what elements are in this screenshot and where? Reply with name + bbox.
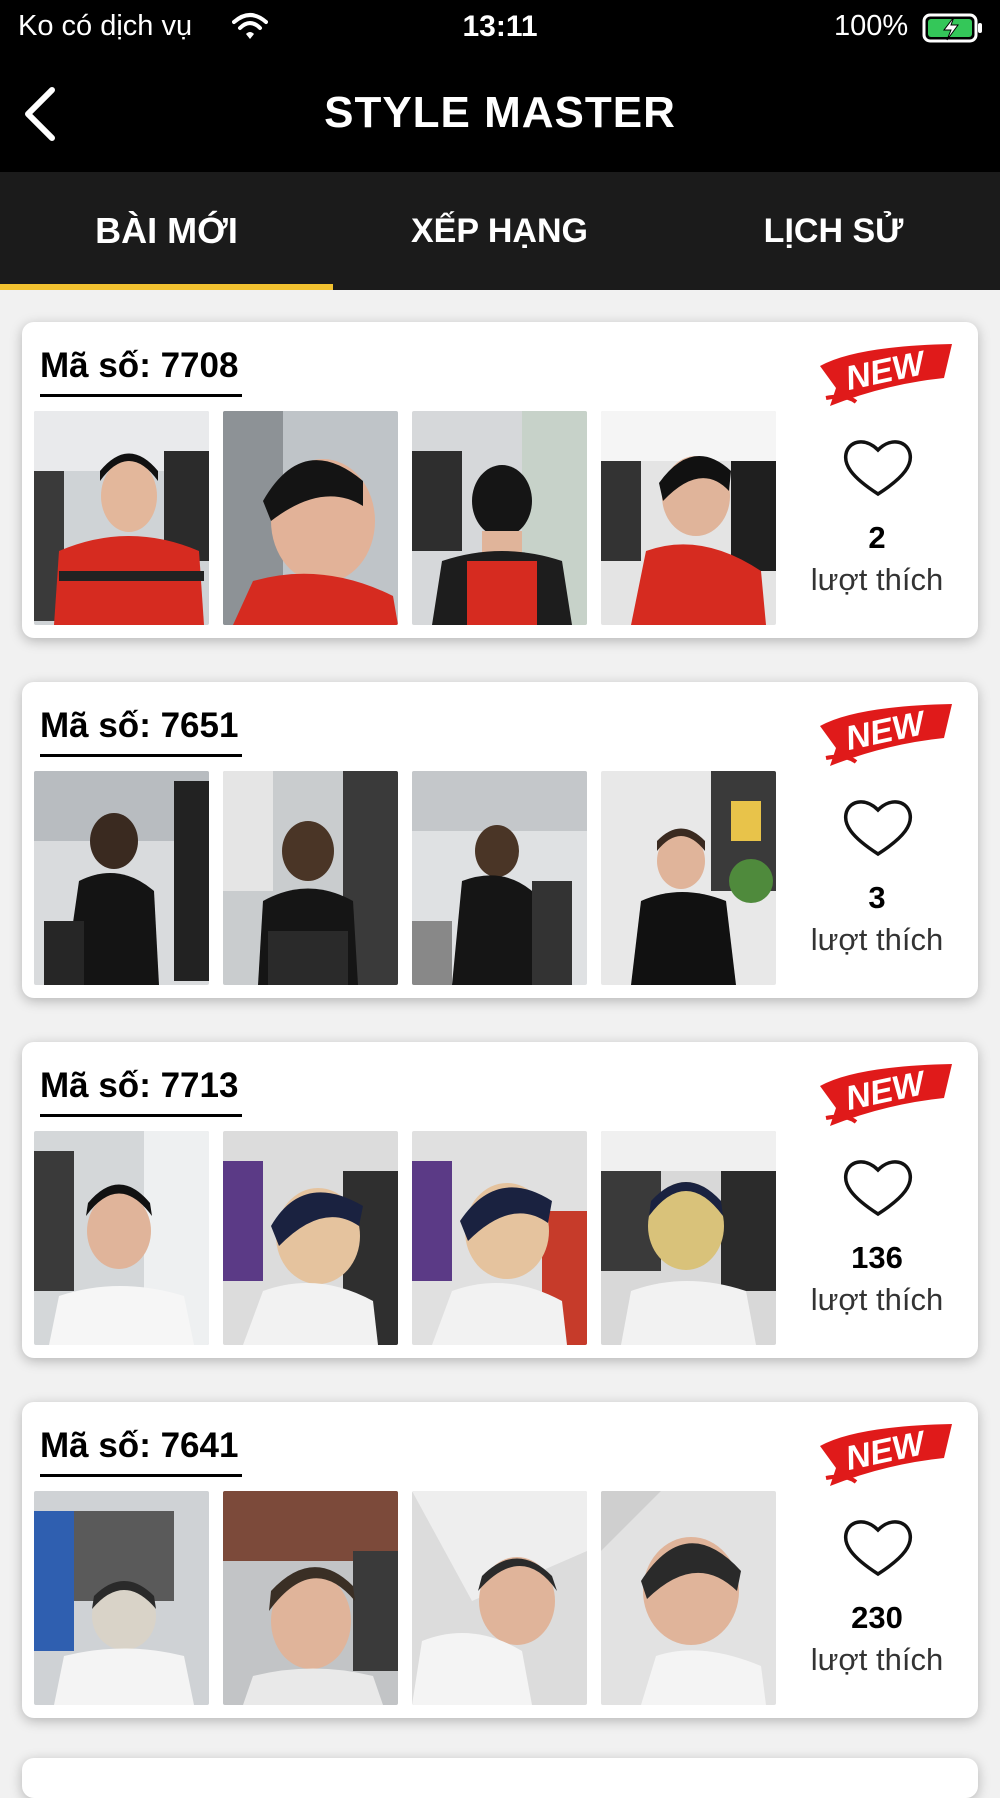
new-badge: NEW (820, 704, 952, 766)
like-count: 3 (868, 880, 886, 915)
post-photo[interactable] (223, 1131, 398, 1345)
svg-text:NEW: NEW (842, 1424, 930, 1478)
heart-icon[interactable] (842, 1156, 914, 1220)
new-badge: NEW (820, 344, 952, 406)
svg-text:NEW: NEW (842, 704, 930, 758)
post-code: Mã số: 7713 (40, 1066, 243, 1117)
post-code: Mã số: 7708 (40, 346, 243, 397)
post-photo[interactable] (34, 1131, 209, 1345)
tab-history[interactable]: LỊCH SỬ (667, 172, 1000, 290)
post-photo[interactable] (412, 411, 587, 625)
heart-icon[interactable] (842, 436, 914, 500)
like-label: lượt thích (810, 562, 944, 597)
post-photo[interactable] (412, 1131, 587, 1345)
heart-icon[interactable] (842, 1516, 914, 1580)
post-photo[interactable] (601, 771, 776, 985)
svg-text:NEW: NEW (842, 1064, 930, 1118)
tab-ranking[interactable]: XẾP HẠNG (333, 172, 666, 290)
post-card[interactable]: Mã số: 7713 NEW 136 lượt thích (22, 1042, 978, 1358)
post-photo[interactable] (223, 1491, 398, 1705)
new-badge: NEW (820, 1424, 952, 1486)
post-card[interactable]: Mã số: 7708 NEW 2 lượt thích (22, 322, 978, 638)
post-photo[interactable] (412, 1491, 587, 1705)
new-badge: NEW (820, 1064, 952, 1126)
battery-charging-icon (922, 13, 982, 43)
like-label: lượt thích (810, 1282, 944, 1317)
heart-icon[interactable] (842, 796, 914, 860)
svg-text:NEW: NEW (842, 344, 930, 398)
like-label: lượt thích (810, 922, 944, 957)
like-label: lượt thích (810, 1642, 944, 1677)
like-count: 2 (868, 520, 886, 555)
post-photo[interactable] (34, 411, 209, 625)
like-count: 230 (851, 1600, 903, 1635)
post-card[interactable]: Mã số: 7651 NEW 3 lượt thích (22, 682, 978, 998)
post-photo[interactable] (223, 411, 398, 625)
navigation-bar: STYLE MASTER (0, 56, 1000, 172)
page-title: STYLE MASTER (324, 88, 676, 137)
post-photo[interactable] (601, 411, 776, 625)
post-card[interactable]: Mã số: 7641 NEW 230 lượt thích (22, 1402, 978, 1718)
post-photo[interactable] (601, 1491, 776, 1705)
post-photo[interactable] (223, 771, 398, 985)
post-photo[interactable] (601, 1131, 776, 1345)
post-card-partial[interactable] (22, 1758, 978, 1798)
status-bar: Ko có dịch vụ 13:11 100% (0, 0, 1000, 56)
post-code: Mã số: 7651 (40, 706, 243, 757)
post-code: Mã số: 7641 (40, 1426, 243, 1477)
tab-new-posts[interactable]: BÀI MỚI (0, 172, 333, 290)
battery-percent: 100% (834, 10, 909, 42)
post-photo[interactable] (34, 1491, 209, 1705)
tab-bar: BÀI MỚI XẾP HẠNG LỊCH SỬ (0, 172, 1000, 290)
post-photo[interactable] (34, 771, 209, 985)
like-count: 136 (851, 1240, 903, 1275)
post-photo[interactable] (412, 771, 587, 985)
active-tab-indicator (0, 284, 333, 290)
